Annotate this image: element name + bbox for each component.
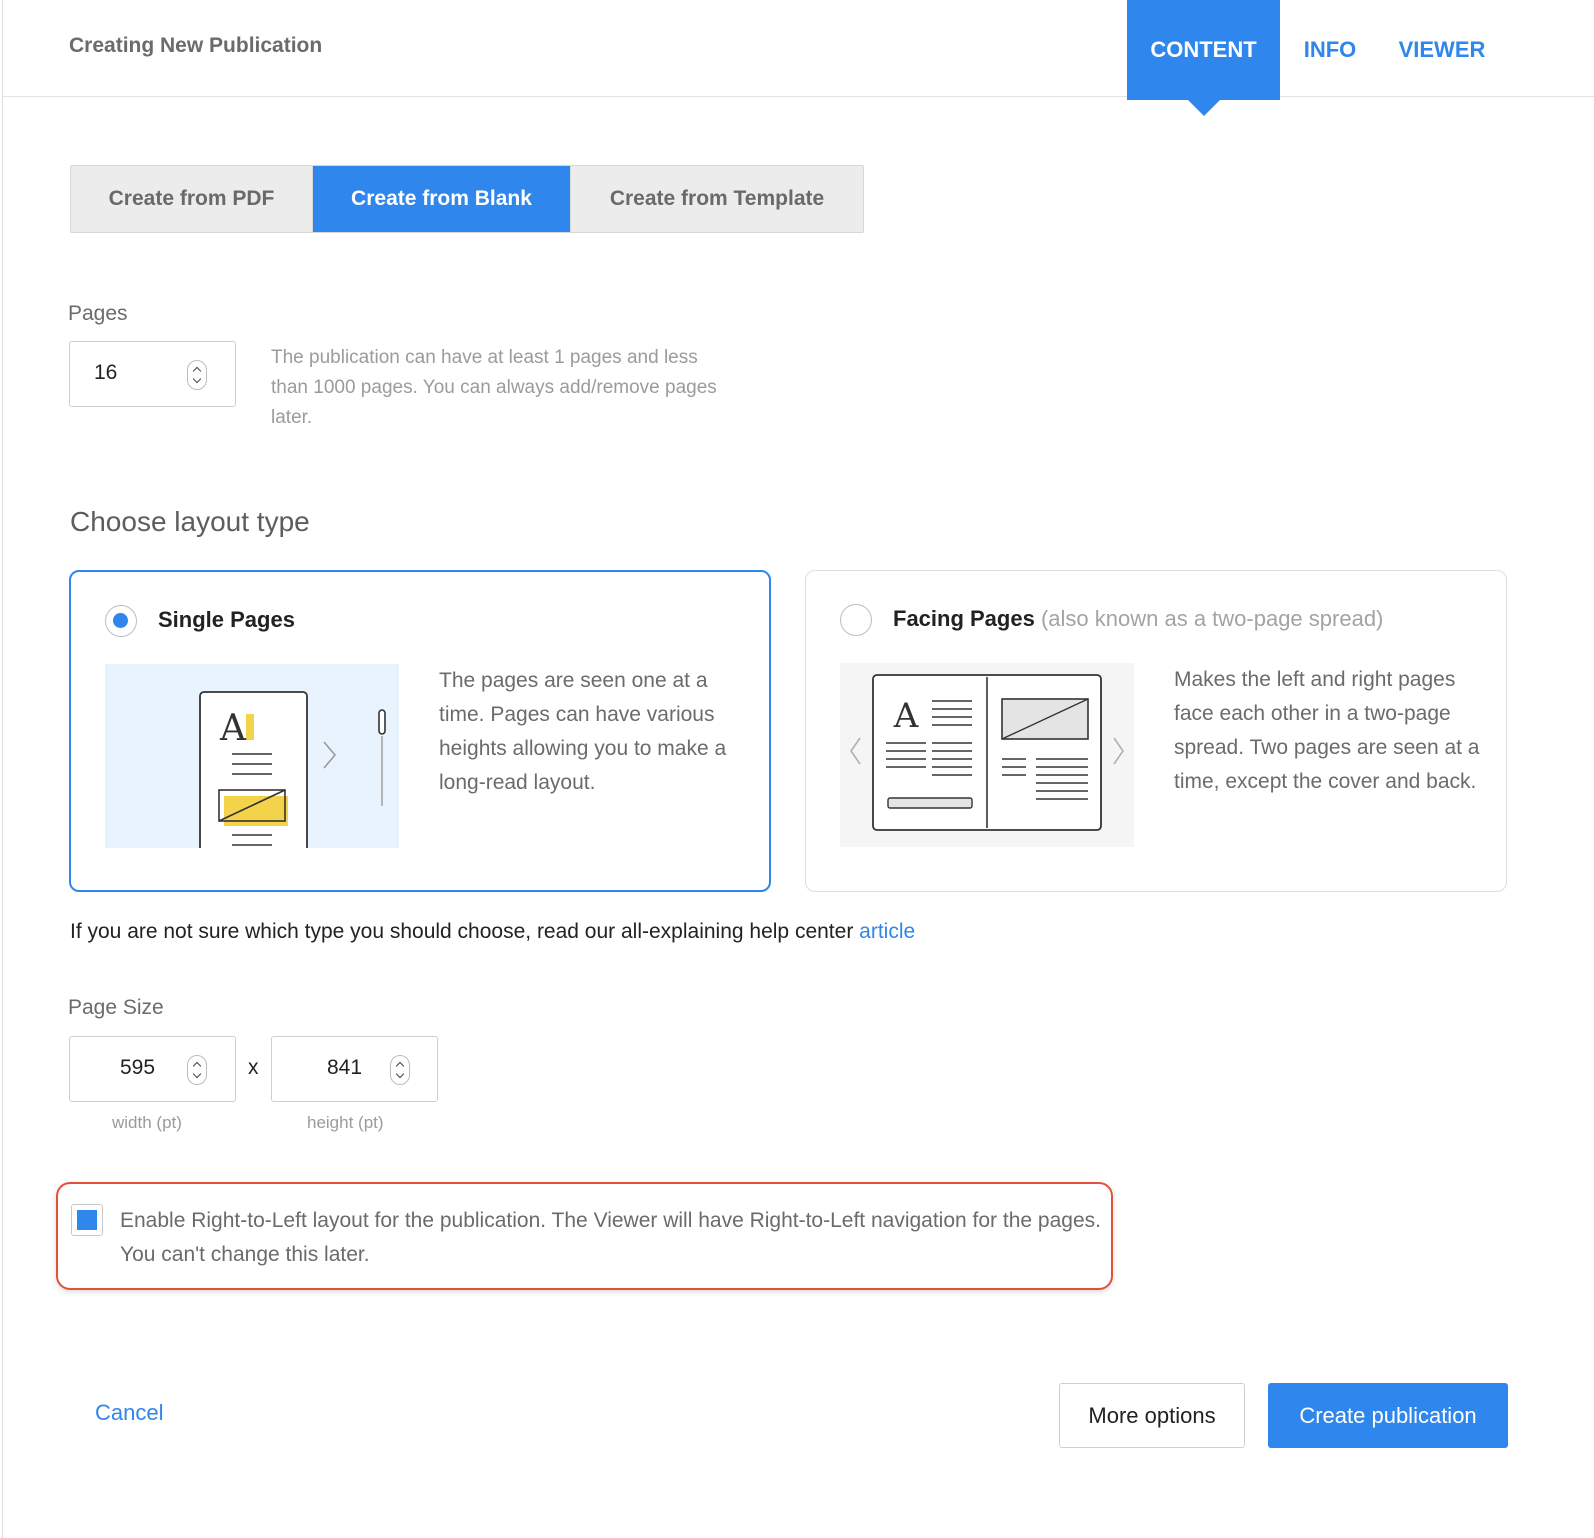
help-article-link[interactable]: article xyxy=(859,920,915,943)
facing-pages-title: Facing Pages (also known as a two-page s… xyxy=(893,606,1384,631)
single-pages-radio[interactable] xyxy=(105,605,137,637)
size-separator: x xyxy=(248,1056,259,1079)
rtl-label: Enable Right-to-Left layout for the publ… xyxy=(120,1209,1101,1266)
svg-text:A: A xyxy=(219,708,247,749)
width-value: 595 xyxy=(120,1056,156,1079)
help-text: If you are not sure which type you shoul… xyxy=(70,920,916,943)
header: Creating New Publication CONTENT INFO VI… xyxy=(3,0,1594,116)
facing-pages-description: Makes the left and right pages face each… xyxy=(1174,668,1480,793)
create-publication-button[interactable]: Create publication xyxy=(1268,1383,1508,1448)
pages-value: 16 xyxy=(94,361,118,384)
facing-pages-illustration-icon: A xyxy=(840,663,1134,847)
page-title: Creating New Publication xyxy=(69,34,323,57)
create-from-pdf-button[interactable]: Create from PDF xyxy=(71,166,312,232)
width-stepper-icon[interactable] xyxy=(187,1055,207,1085)
height-unit-label: height (pt) xyxy=(307,1113,384,1132)
source-segmented-control: Create from PDF Create from Blank Create… xyxy=(70,165,864,233)
layout-card-facing[interactable]: Facing Pages (also known as a two-page s… xyxy=(805,570,1507,892)
facing-pages-radio[interactable] xyxy=(840,604,872,636)
pages-hint: The publication can have at least 1 page… xyxy=(271,347,717,428)
rtl-checkbox[interactable] xyxy=(71,1204,103,1236)
height-input[interactable]: 841 xyxy=(271,1036,438,1102)
create-from-template-button[interactable]: Create from Template xyxy=(570,166,863,232)
layout-section-title: Choose layout type xyxy=(70,506,310,537)
page-size-label: Page Size xyxy=(68,996,164,1019)
width-input[interactable]: 595 xyxy=(69,1036,236,1102)
tab-viewer[interactable]: VIEWER xyxy=(1383,0,1501,100)
dialog: Creating New Publication CONTENT INFO VI… xyxy=(2,0,1594,1538)
width-unit-label: width (pt) xyxy=(112,1113,182,1132)
single-pages-title: Single Pages xyxy=(158,607,295,632)
single-pages-description: The pages are seen one at a time. Pages … xyxy=(439,669,727,794)
create-from-blank-button[interactable]: Create from Blank xyxy=(312,166,570,232)
pages-label: Pages xyxy=(68,302,128,325)
cancel-button[interactable]: Cancel xyxy=(95,1400,163,1426)
layout-card-single[interactable]: Single Pages A The pages are seen one at… xyxy=(69,570,771,892)
height-stepper-icon[interactable] xyxy=(390,1055,410,1085)
tab-info[interactable]: INFO xyxy=(1285,0,1375,100)
height-value: 841 xyxy=(327,1056,363,1079)
pages-input[interactable]: 16 xyxy=(69,341,236,407)
more-options-button[interactable]: More options xyxy=(1059,1383,1245,1448)
svg-text:A: A xyxy=(893,696,919,736)
pages-stepper-icon[interactable] xyxy=(187,360,207,390)
facing-pages-subtitle: (also known as a two-page spread) xyxy=(1040,606,1384,631)
single-pages-illustration-icon: A xyxy=(105,664,399,848)
tab-content[interactable]: CONTENT xyxy=(1127,0,1280,116)
